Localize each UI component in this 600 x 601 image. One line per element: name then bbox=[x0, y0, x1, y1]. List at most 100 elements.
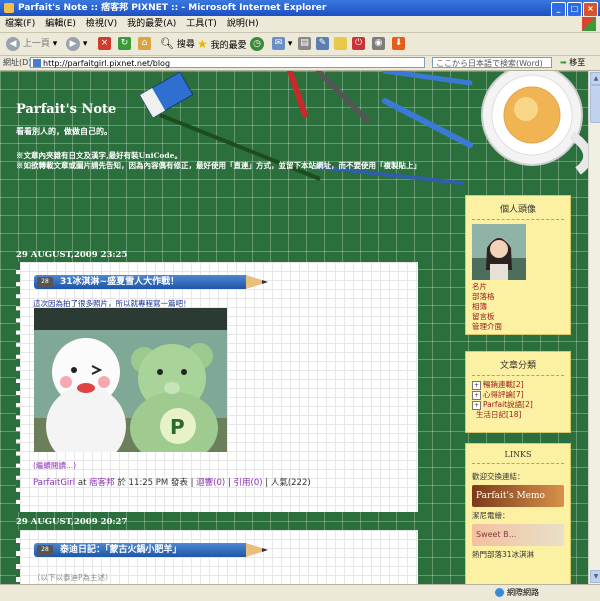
profile-link-card[interactable]: 名片 bbox=[466, 282, 570, 292]
scroll-thumb[interactable] bbox=[590, 85, 600, 123]
menu-favorites[interactable]: 我的最愛(A) bbox=[122, 16, 181, 32]
blog-title[interactable]: Parfait's Note bbox=[16, 102, 116, 117]
category-item[interactable]: + 心得評論[7] bbox=[466, 390, 570, 400]
banner-sweet[interactable]: Sweet B... bbox=[472, 524, 564, 546]
divider bbox=[472, 219, 564, 220]
categories-heading: 文章分類 bbox=[499, 361, 536, 371]
menu-edit[interactable]: 編輯(E) bbox=[40, 16, 81, 32]
profile-link-album[interactable]: 相簿 bbox=[466, 302, 570, 312]
back-label: 上一頁 bbox=[22, 39, 50, 49]
post-time: 於 11:25 PM 發表 bbox=[117, 478, 188, 488]
link-label: 潔尼電繪： bbox=[472, 511, 510, 520]
profile-avatar[interactable] bbox=[472, 224, 526, 280]
zone-label: 網際網路 bbox=[507, 588, 539, 597]
menu-help[interactable]: 說明(H) bbox=[222, 16, 264, 32]
close-icon[interactable]: × bbox=[583, 2, 598, 17]
category-item[interactable]: + Parfait說語[2] bbox=[466, 400, 570, 410]
mail-icon: ✉ bbox=[272, 37, 285, 50]
menu-tools[interactable]: 工具(T) bbox=[181, 16, 222, 32]
trackback-link[interactable]: 引用(0) bbox=[234, 478, 263, 488]
discuss-button[interactable] bbox=[334, 36, 347, 52]
minimize-icon[interactable]: _ bbox=[551, 2, 566, 17]
post-date: 29 AUGUST,2009 23:25 bbox=[16, 250, 128, 260]
post-intro: （以下以泰迪P為主述） bbox=[33, 573, 113, 582]
search-input[interactable]: ここから日本語で検索(Word) bbox=[432, 57, 552, 68]
address-label: 網址(D) bbox=[3, 58, 32, 67]
category-item[interactable]: 生活日記[18] bbox=[466, 410, 570, 420]
category-item[interactable]: + 暢銷連載[2] bbox=[466, 380, 570, 390]
stop-icon: × bbox=[98, 37, 111, 50]
zone-indicator: 網際網路 bbox=[495, 587, 539, 599]
scroll-down-icon[interactable]: ▼ bbox=[590, 570, 600, 583]
edit-button[interactable]: ✎ bbox=[316, 36, 329, 52]
scroll-up-icon[interactable]: ▲ bbox=[590, 72, 600, 85]
forward-button[interactable]: ▶ ▾ bbox=[66, 36, 87, 52]
address-input[interactable]: http://parfaitgirl.pixnet.net/blog bbox=[30, 57, 425, 68]
refresh-button[interactable]: ↻ bbox=[118, 36, 131, 52]
comments-link[interactable]: 迴響(0) bbox=[196, 478, 225, 488]
post-card: 28 泰迪日記：「蒙古火鍋小肥羊」 （以下以泰迪P為主述） bbox=[16, 530, 418, 584]
category-label: 暢銷連載 bbox=[483, 380, 513, 389]
expand-icon[interactable]: + bbox=[472, 390, 481, 400]
download-button[interactable]: ⬇ bbox=[392, 36, 405, 52]
messenger-button[interactable]: ⏻ bbox=[352, 36, 365, 52]
maximize-icon[interactable]: □ bbox=[567, 2, 582, 17]
favorites-button[interactable]: ★ 我的最愛 bbox=[197, 36, 247, 52]
address-bar: 網址(D) http://parfaitgirl.pixnet.net/blog… bbox=[0, 56, 600, 71]
snowman-teddy-image: P bbox=[34, 308, 227, 452]
menu-file[interactable]: 檔案(F) bbox=[0, 16, 40, 32]
back-button[interactable]: ◀ 上一頁 ▾ bbox=[6, 36, 57, 52]
address-url: http://parfaitgirl.pixnet.net/blog bbox=[43, 59, 171, 68]
go-button[interactable]: ➡ 移至 bbox=[560, 57, 585, 69]
page-content: Parfait's Note 看看別人的，做做自己的。 ※文章內夾雜有日文及漢字… bbox=[0, 71, 588, 584]
banner-parfaits-memo[interactable]: Parfait's Memo bbox=[472, 485, 564, 507]
home-button[interactable]: ⌂ bbox=[138, 36, 151, 52]
profile-box: 個人頭像 名片 部落格 相簿 留言板 管理介面 bbox=[465, 195, 571, 335]
search-icon: 🔍︎ bbox=[160, 37, 174, 50]
links-box: LINKS 歡迎交換連結： Parfait's Memo 潔尼電繪： Sweet… bbox=[465, 443, 571, 584]
window-controls: _ □ × bbox=[550, 1, 598, 17]
profile-link-guestbook[interactable]: 留言板 bbox=[466, 312, 570, 322]
read-more-link[interactable]: (繼續閱讀...) bbox=[33, 460, 76, 471]
print-icon: ▤ bbox=[298, 37, 311, 50]
menu-view[interactable]: 檢視(V) bbox=[81, 16, 122, 32]
globe-icon bbox=[495, 588, 504, 597]
site-link[interactable]: 痞客邦 bbox=[89, 478, 115, 488]
blue-marker-icon bbox=[382, 98, 473, 148]
category-count: [7] bbox=[513, 390, 524, 399]
expand-icon[interactable]: + bbox=[472, 380, 481, 390]
category-label: 生活日記 bbox=[476, 410, 506, 419]
divider bbox=[472, 375, 564, 376]
divider bbox=[472, 463, 564, 464]
profile-link-admin[interactable]: 管理介面 bbox=[466, 322, 570, 332]
profile-heading: 個人頭像 bbox=[499, 205, 536, 215]
windows-logo-icon bbox=[582, 17, 596, 31]
favorites-label: 我的最愛 bbox=[210, 41, 247, 51]
author-link[interactable]: ParfaitGirl bbox=[33, 478, 75, 488]
stop-button[interactable]: × bbox=[98, 36, 111, 52]
avatar bbox=[472, 224, 526, 280]
menu-bar: 檔案(F) 編輯(E) 檢視(V) 我的最愛(A) 工具(T) 說明(H) bbox=[0, 16, 600, 33]
post-title[interactable]: 31冰淇淋~盛夏雪人大作戰！ bbox=[60, 275, 179, 289]
views-count: 人氣(222) bbox=[270, 478, 311, 488]
search-button[interactable]: 🔍︎ 搜尋 bbox=[160, 36, 195, 52]
expand-icon[interactable]: + bbox=[472, 400, 481, 410]
post-meta: ParfaitGirl at 痞客邦 於 11:25 PM 發表 | 迴響(0)… bbox=[33, 478, 311, 488]
link-label[interactable]: 熱門部落31冰淇淋 bbox=[466, 550, 570, 560]
pencil-lead bbox=[262, 548, 268, 552]
category-count: [2] bbox=[522, 400, 533, 409]
window-title: Parfait's Note :: 痞客邦 PIXNET :: - Micros… bbox=[18, 3, 327, 13]
history-button[interactable]: ◷ bbox=[250, 36, 264, 52]
mail-button[interactable]: ✉ ▾ bbox=[272, 36, 292, 52]
research-button[interactable]: ◉ bbox=[372, 36, 385, 52]
vertical-scrollbar[interactable]: ▲ ▼ bbox=[588, 71, 600, 584]
print-button[interactable]: ▤ bbox=[298, 36, 311, 52]
go-label: 移至 bbox=[569, 58, 586, 67]
research-icon: ◉ bbox=[372, 37, 385, 50]
post-photo[interactable]: P bbox=[34, 308, 227, 452]
post-title[interactable]: 泰迪日記：「蒙古火鍋小肥羊」 bbox=[60, 543, 182, 557]
profile-link-blog[interactable]: 部落格 bbox=[466, 292, 570, 302]
ruler-icon bbox=[139, 71, 194, 119]
svg-text:P: P bbox=[170, 415, 185, 439]
category-count: [2] bbox=[513, 380, 524, 389]
